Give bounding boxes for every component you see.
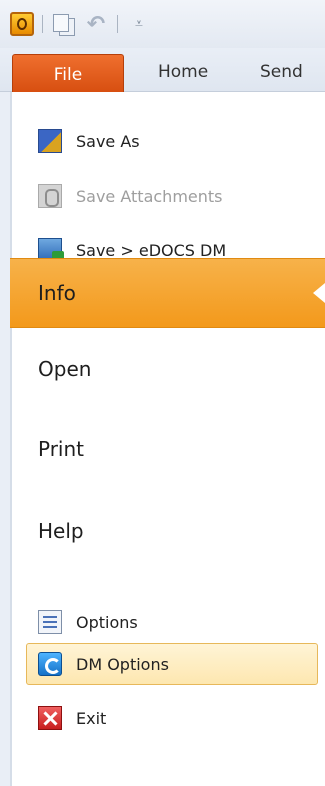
- ribbon-tabs: File Home Send: [0, 48, 325, 94]
- options-button[interactable]: Options: [38, 604, 138, 640]
- save-as-button[interactable]: Save As: [38, 123, 140, 159]
- toolbar-separator: [42, 15, 43, 33]
- nav-info[interactable]: Info: [10, 258, 325, 328]
- options-icon: [38, 610, 62, 634]
- tab-home[interactable]: Home: [158, 62, 208, 82]
- save-attachments-label: Save Attachments: [76, 186, 223, 206]
- outlook-icon[interactable]: [10, 12, 34, 36]
- exit-label: Exit: [76, 708, 107, 728]
- options-label: Options: [76, 612, 138, 632]
- backstage-window: ↶ ⩡ File Home Send Save As Save Attachme…: [0, 0, 325, 786]
- selection-notch: [313, 283, 325, 303]
- save-as-label: Save As: [76, 131, 140, 151]
- tab-file[interactable]: File: [12, 54, 124, 94]
- nav-print[interactable]: Print: [38, 437, 84, 461]
- undo-icon[interactable]: ↶: [83, 12, 109, 37]
- exit-button[interactable]: Exit: [38, 700, 106, 736]
- dm-options-button[interactable]: DM Options: [38, 646, 169, 682]
- nav-info-label: Info: [38, 281, 76, 305]
- save-attachments-icon: [38, 184, 62, 208]
- nav-help[interactable]: Help: [38, 519, 84, 543]
- nav-open[interactable]: Open: [38, 357, 91, 381]
- toolbar-separator: [117, 15, 118, 33]
- quick-access-toolbar: ↶ ⩡: [0, 0, 325, 48]
- customize-icon[interactable]: ⩡: [130, 12, 148, 36]
- save-icon[interactable]: [51, 12, 77, 36]
- tab-send[interactable]: Send: [260, 62, 303, 82]
- exit-icon: [38, 706, 62, 730]
- dm-options-label: DM Options: [76, 654, 169, 674]
- dm-options-icon: [38, 652, 62, 676]
- save-edocs-label: Save > eDOCS DM: [76, 240, 227, 260]
- save-attachments-button[interactable]: Save Attachments: [38, 178, 223, 214]
- save-as-icon: [38, 129, 62, 153]
